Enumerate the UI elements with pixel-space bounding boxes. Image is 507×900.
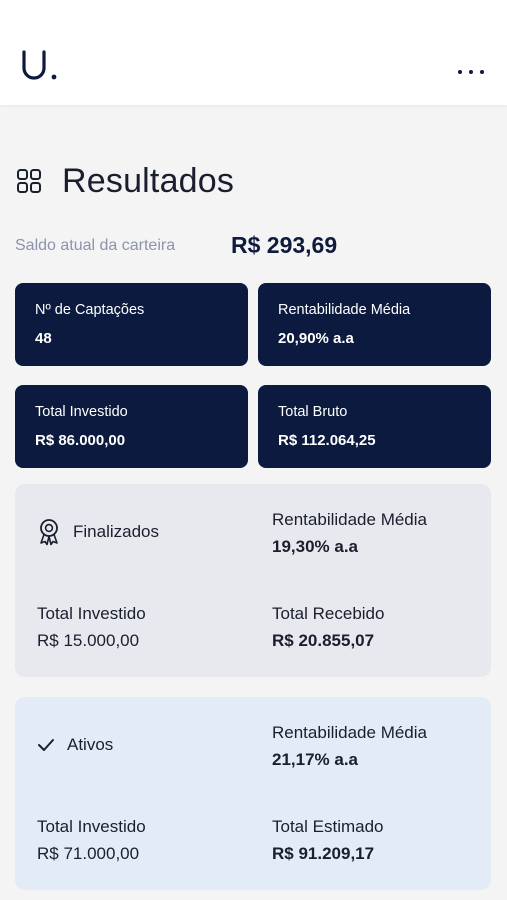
total-investido-label: Total Investido: [37, 817, 146, 836]
rentabilidade-label: Rentabilidade Média: [272, 510, 427, 529]
page-title: Resultados: [62, 161, 235, 200]
total-recebido-label: Total Recebido: [272, 604, 385, 623]
stat-value: R$ 86.000,00: [35, 432, 126, 449]
stat-label: Total Bruto: [278, 404, 348, 420]
award-icon: [40, 519, 58, 546]
stat-label: Rentabilidade Média: [278, 302, 411, 318]
total-investido-value: R$ 71.000,00: [37, 844, 140, 863]
stat-card-total-investido: Total Investido R$ 86.000,00: [15, 385, 248, 468]
ativos-title: Ativos: [67, 735, 114, 754]
total-estimado-value: R$ 91.209,17: [272, 844, 375, 863]
total-investido-label: Total Investido: [37, 604, 146, 623]
stat-value: 48: [35, 330, 52, 347]
stat-value: R$ 112.064,25: [278, 432, 376, 449]
total-estimado-label: Total Estimado: [272, 817, 384, 836]
stat-card-rentabilidade: Rentabilidade Média 20,90% a.a: [258, 283, 491, 366]
finalizados-card[interactable]: Finalizados Rentabilidade Média 19,30% a…: [15, 484, 491, 677]
stat-label: Total Investido: [35, 404, 128, 420]
rentabilidade-value: 19,30% a.a: [272, 537, 359, 556]
stat-label: Nº de Captações: [35, 302, 145, 318]
stat-value: 20,90% a.a: [278, 330, 354, 347]
rentabilidade-label: Rentabilidade Média: [272, 723, 427, 742]
check-icon: [38, 739, 54, 751]
stat-card-total-bruto: Total Bruto R$ 112.064,25: [258, 385, 491, 468]
logo-icon[interactable]: [20, 48, 60, 84]
stat-card-captacoes: Nº de Captações 48: [15, 283, 248, 366]
saldo-label: Saldo atual da carteira: [15, 237, 176, 254]
rentabilidade-value: 21,17% a.a: [272, 750, 359, 769]
finalizados-title: Finalizados: [73, 522, 159, 541]
app-header: [0, 0, 507, 105]
ativos-header: Ativos: [37, 735, 113, 755]
total-recebido-value: R$ 20.855,07: [272, 631, 375, 650]
saldo-value: R$ 293,69: [231, 232, 338, 258]
grid-icon: [17, 169, 41, 193]
page-title-row: Resultados: [16, 158, 234, 204]
total-investido-value: R$ 15.000,00: [37, 631, 140, 650]
more-options-icon[interactable]: [458, 62, 484, 82]
finalizados-header: Finalizados: [37, 518, 159, 546]
ativos-card[interactable]: Ativos Rentabilidade Média 21,17% a.a To…: [15, 697, 491, 890]
